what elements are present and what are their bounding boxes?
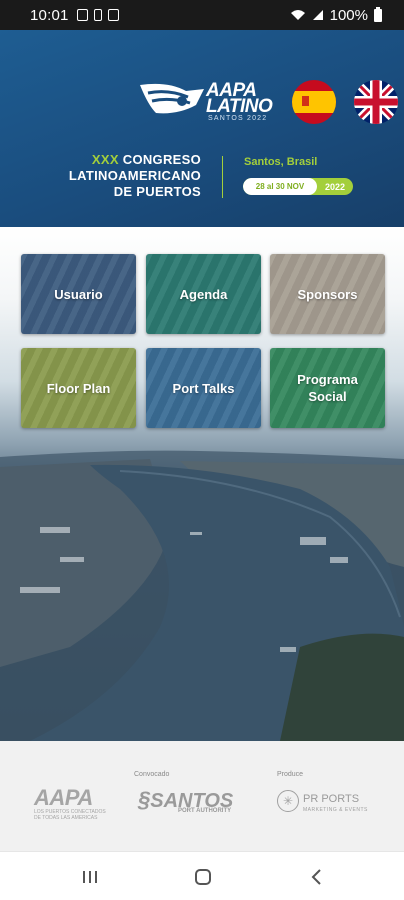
tile-sponsors[interactable]: Sponsors: [270, 254, 385, 334]
congress-title: XXX CONGRESO LATINOAMERICANO DE PUERTOS: [69, 152, 201, 200]
congress-line1: CONGRESO: [122, 152, 201, 167]
tile-programa-social[interactable]: Programa Social: [270, 348, 385, 428]
recent-apps-icon: [83, 871, 97, 883]
wifi-icon: [290, 10, 305, 20]
home-button[interactable]: [188, 866, 218, 888]
main-menu-area: Usuario Agenda Sponsors Floor Plan Port …: [0, 227, 404, 741]
tile-agenda[interactable]: Agenda: [146, 254, 261, 334]
tile-port-talks[interactable]: Port Talks: [146, 348, 261, 428]
battery-icon: [374, 6, 382, 22]
status-time: 10:01: [30, 6, 69, 24]
logo-brand-text: AAPA LATINO: [206, 80, 273, 117]
english-flag-button[interactable]: [354, 80, 398, 124]
congress-line2: LATINOAMERICANO: [68, 168, 201, 183]
app-notification-icon: [107, 9, 119, 21]
convocado-label: Convocado: [134, 771, 170, 778]
aapa-footer-logo: AAPA: [34, 785, 93, 810]
spain-flag-icon: [292, 80, 336, 124]
tile-label: Programa Social: [297, 372, 358, 404]
back-icon: [311, 869, 321, 885]
signal-icon: [312, 10, 323, 20]
tile-label: Sponsors: [297, 286, 358, 302]
event-dates: 28 al 30 NOV: [243, 178, 317, 195]
back-button[interactable]: [301, 866, 331, 888]
santos-logo-sub: PORT AUTHORITY: [178, 808, 232, 814]
aapa-latino-logo: AAPA LATINO SANTOS 2022: [138, 79, 273, 122]
tile-label: Agenda: [179, 286, 228, 302]
tile-label: Port Talks: [172, 380, 235, 396]
sponsor-footer: Convocado Produce AAPA LOS PUERTOS CONEC…: [0, 741, 404, 851]
uk-flag-icon: [354, 80, 398, 124]
battery-percent: 100%: [329, 6, 368, 24]
event-location: Santos, Brasil: [244, 156, 318, 168]
recent-apps-button[interactable]: [75, 866, 105, 888]
system-nav-bar: [0, 851, 404, 900]
gallery-icon: [76, 9, 88, 21]
pr-ports-logo: PR PORTS: [303, 793, 360, 805]
spanish-flag-button[interactable]: [292, 80, 336, 124]
aapa-footer-tagline: LOS PUERTOS CONECTADOS DE TODAS LAS AMER…: [34, 809, 106, 821]
status-bar: 10:01 100%: [0, 0, 404, 30]
event-date-badge: 28 al 30 NOV 2022: [243, 178, 353, 195]
tile-floor-plan[interactable]: Floor Plan: [21, 348, 136, 428]
tile-usuario[interactable]: Usuario: [21, 254, 136, 334]
event-year: 2022: [324, 181, 346, 192]
header-divider: [222, 156, 223, 198]
logo-subtitle: SANTOS 2022: [208, 115, 268, 122]
tile-label: Floor Plan: [46, 380, 111, 396]
tile-label: Usuario: [54, 286, 103, 302]
app-header: AAPA LATINO SANTOS 2022 XXX CONGRESO LAT…: [0, 30, 404, 227]
congress-ordinal: XXX: [91, 152, 119, 167]
santos-s-icon: §: [138, 787, 151, 812]
pr-ports-tagline: MARKETING & EVENTS: [303, 807, 368, 813]
pr-ports-star-icon: ✳: [277, 790, 299, 812]
produce-label: Produce: [277, 771, 304, 778]
ship-logo-icon: [140, 83, 204, 114]
phone-icon: [93, 9, 102, 21]
home-icon: [195, 869, 211, 885]
congress-line3: DE PUERTOS: [113, 184, 201, 199]
